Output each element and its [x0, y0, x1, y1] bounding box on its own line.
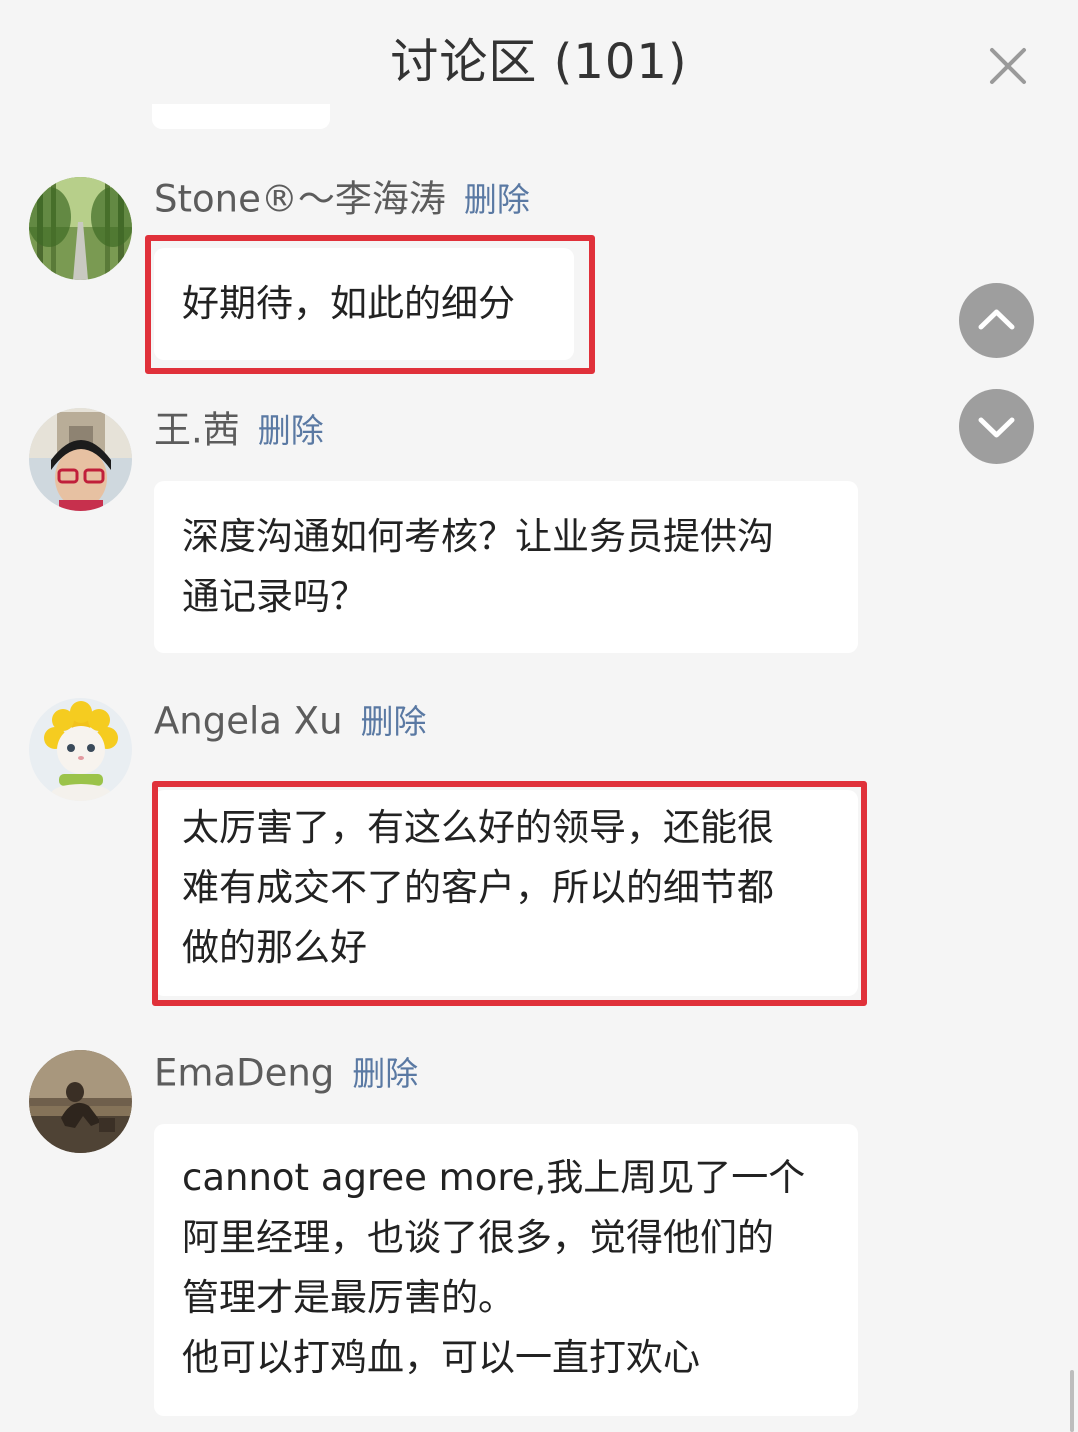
close-button[interactable]: [984, 42, 1032, 90]
username[interactable]: Stone®～李海涛: [154, 178, 446, 221]
comment-header: Stone®～李海涛 删除: [154, 175, 530, 223]
chevron-down-icon: [978, 417, 1015, 438]
scroll-down-button[interactable]: [959, 389, 1034, 464]
close-icon: [990, 48, 1026, 84]
comment-header: Angela Xu 删除: [154, 697, 427, 745]
page-title: 讨论区 (101): [390, 34, 688, 90]
username[interactable]: EmaDeng: [154, 1052, 334, 1095]
comment-bubble: cannot agree more,我上周见了一个 阿里经理，也谈了很多，觉得他…: [154, 1124, 858, 1416]
comment-text: 太厉害了，有这么好的领导，还能很 难有成交不了的客户，所以的细节都 做的那么好: [182, 806, 774, 969]
scrollbar[interactable]: [1070, 1370, 1074, 1432]
avatar[interactable]: [29, 177, 132, 280]
avatar[interactable]: [29, 408, 132, 511]
comment-text: 深度沟通如何考核？让业务员提供沟 通记录吗？: [182, 515, 774, 618]
avatar[interactable]: [29, 1050, 132, 1153]
comment-bubble: 好期待，如此的细分: [154, 248, 574, 360]
delete-link[interactable]: 删除: [361, 702, 427, 741]
avatar[interactable]: [29, 698, 132, 801]
username[interactable]: 王.茜: [154, 409, 240, 452]
comment-text: 好期待，如此的细分: [182, 282, 515, 325]
comment-bubble: 深度沟通如何考核？让业务员提供沟 通记录吗？: [154, 481, 858, 653]
chevron-up-icon: [978, 309, 1015, 330]
comment-header: 王.茜 删除: [154, 406, 324, 454]
comment-bubble: 太厉害了，有这么好的领导，还能很 难有成交不了的客户，所以的细节都 做的那么好: [154, 790, 858, 996]
delete-link[interactable]: 删除: [464, 180, 530, 219]
header: 讨论区 (101): [0, 0, 1078, 100]
previous-comment-bubble: [152, 104, 330, 129]
delete-link[interactable]: 删除: [352, 1054, 418, 1093]
scroll-up-button[interactable]: [959, 283, 1034, 358]
delete-link[interactable]: 删除: [258, 411, 324, 450]
comment-text: cannot agree more,我上周见了一个 阿里经理，也谈了很多，觉得他…: [182, 1156, 806, 1379]
comment-header: EmaDeng 删除: [154, 1049, 418, 1097]
username[interactable]: Angela Xu: [154, 700, 343, 743]
